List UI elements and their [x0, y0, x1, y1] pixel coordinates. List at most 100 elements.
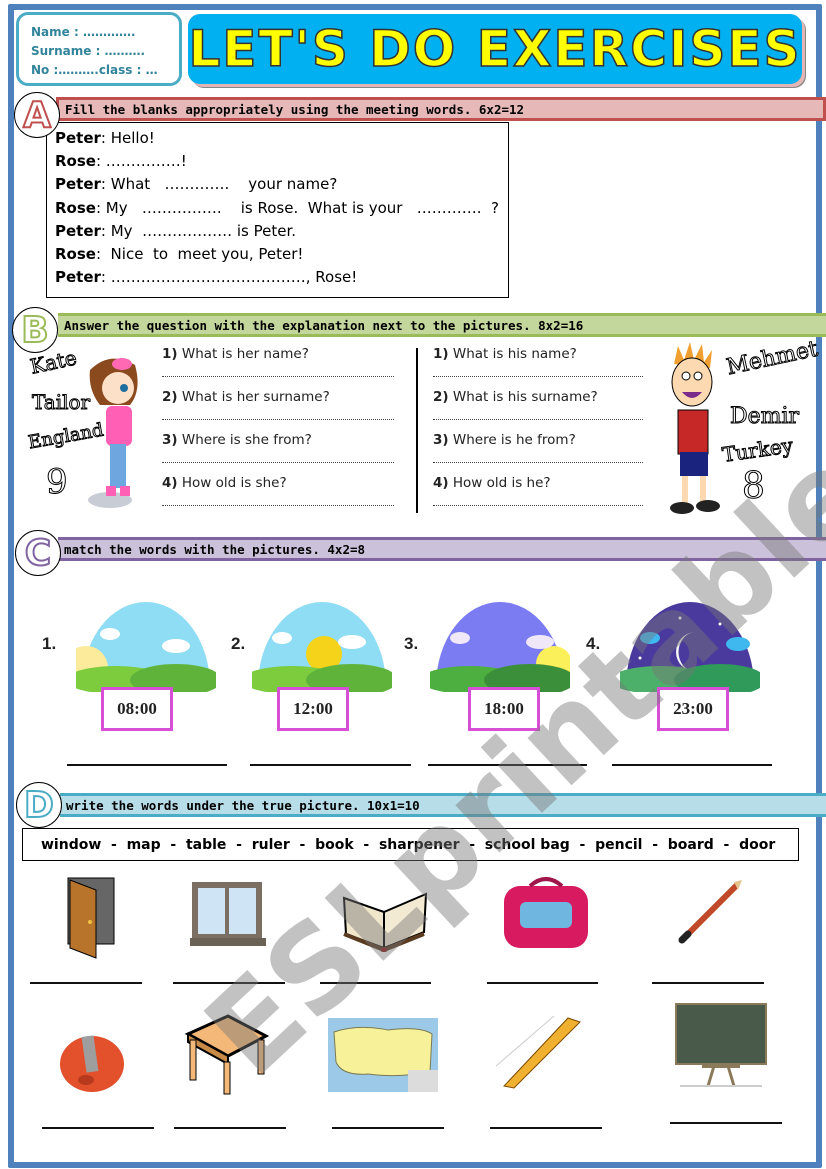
dialogue-line[interactable]: Rose: Nice to meet you, Peter! [55, 243, 508, 266]
girl-questions: 1) What is her name? 2) What is her surn… [162, 346, 394, 518]
question-number: 2) [433, 389, 449, 405]
girl-illustration [88, 358, 138, 508]
question-text: What is her name? [177, 346, 309, 362]
dialogue-line[interactable]: Rose: ……………! [55, 150, 508, 173]
pencil-picture [678, 880, 742, 944]
board-picture [675, 1003, 767, 1087]
answer-line[interactable] [652, 982, 764, 984]
question-number: 3) [162, 432, 178, 448]
boy-age-label: 8 [742, 466, 766, 508]
answer-line[interactable] [670, 1122, 782, 1124]
dialogue-line[interactable]: Peter: What …………. your name? [55, 173, 508, 196]
line-text: : Nice to meet you, Peter! [95, 245, 304, 264]
answer-line[interactable] [162, 405, 394, 420]
answer-line[interactable] [428, 764, 587, 766]
answer-line[interactable] [67, 764, 227, 766]
boy-questions: 1) What is his name? 2) What is his surn… [433, 346, 643, 518]
answer-line[interactable] [487, 982, 598, 984]
table-picture [184, 1014, 270, 1095]
sharpener-picture [60, 1035, 124, 1092]
map-picture [328, 1018, 438, 1092]
noon-scene [252, 602, 392, 692]
question-text: How old is he? [448, 475, 551, 491]
answer-line[interactable] [42, 1127, 154, 1129]
section-a-instruction: Fill the blanks appropriately using the … [56, 97, 826, 121]
page-title: LET'S DO EXERCISES [188, 19, 802, 79]
answer-line[interactable] [433, 448, 643, 463]
question-number: 2) [162, 389, 178, 405]
question-number: 3) [433, 432, 449, 448]
answer-line[interactable] [433, 491, 643, 506]
question-text: What is his name? [448, 346, 577, 362]
number-class-field[interactable]: No :……….class : … [31, 61, 179, 80]
speaker: Rose [55, 152, 96, 171]
answer-line[interactable] [162, 491, 394, 506]
name-field[interactable]: Name : …………. [31, 23, 179, 42]
question-item: 4) How old is he? [433, 475, 643, 518]
question-item: 1) What is his name? [433, 346, 643, 389]
question-number: 4) [433, 475, 449, 491]
column-divider [416, 348, 418, 513]
line-text: : What …………. your name? [100, 175, 338, 194]
line-text: : …………………………………, Rose! [100, 268, 358, 287]
speaker: Peter [55, 221, 101, 240]
section-c-instruction-text: match the words with the pictures. 4x2=8 [64, 541, 366, 557]
dialogue-line[interactable]: Peter: My ……………… is Peter. [55, 220, 508, 243]
line-text: : ……………! [95, 152, 187, 171]
section-c-instruction: match the words with the pictures. 4x2=8 [58, 537, 826, 561]
section-c-badge: C [15, 530, 61, 576]
boy-surname-label: Demir [729, 404, 800, 430]
answer-line[interactable] [490, 1127, 602, 1129]
line-text: : Hello! [100, 129, 155, 147]
item-number: 3. [404, 634, 419, 653]
section-b-instruction: Answer the question with the explanation… [58, 313, 826, 337]
answer-line[interactable] [250, 764, 411, 766]
student-info-box: Name : …………. Surname : ………. No :……….clas… [16, 12, 182, 86]
item-number: 2. [231, 634, 246, 653]
evening-scene [430, 602, 570, 692]
answer-line[interactable] [612, 764, 772, 766]
question-text: What is her surname? [177, 389, 330, 405]
question-text: How old is she? [177, 475, 287, 491]
question-text: Where is he from? [448, 432, 576, 448]
section-d-instruction: write the words under the true picture. … [60, 793, 826, 817]
answer-line[interactable] [433, 405, 643, 420]
dialogue-line[interactable]: Rose: My ……………. is Rose. What is your ……… [55, 197, 508, 220]
night-scene [620, 602, 760, 692]
time-label: 23:00 [657, 687, 729, 731]
answer-line[interactable] [320, 982, 431, 984]
speaker: Peter [55, 129, 101, 147]
question-text: What is his surname? [448, 389, 598, 405]
morning-scene [76, 602, 216, 692]
question-number: 1) [162, 346, 178, 362]
section-b-badge: B [12, 307, 58, 353]
time-label: 18:00 [468, 687, 540, 731]
answer-line[interactable] [173, 982, 285, 984]
answer-line[interactable] [30, 982, 142, 984]
question-number: 1) [433, 346, 449, 362]
item-number: 4. [586, 634, 601, 653]
answer-line[interactable] [433, 362, 643, 377]
question-item: 3) Where is she from? [162, 432, 394, 475]
question-number: 4) [162, 475, 178, 491]
question-item: 2) What is her surname? [162, 389, 394, 432]
dialogue-line[interactable]: Peter: …………………………………, Rose! [55, 266, 508, 289]
question-item: 4) How old is she? [162, 475, 394, 518]
word-bank-text: window - map - table - ruler - book - sh… [41, 836, 776, 853]
section-d-badge: D [16, 782, 62, 828]
answer-line[interactable] [162, 448, 394, 463]
school-bag-picture [504, 877, 588, 948]
item-number: 1. [42, 634, 57, 653]
time-label: 08:00 [101, 687, 173, 731]
dialogue-line[interactable]: Peter: Hello! [55, 127, 508, 150]
answer-line[interactable] [174, 1127, 286, 1129]
answer-line[interactable] [332, 1127, 444, 1129]
answer-line[interactable] [162, 362, 394, 377]
surname-field[interactable]: Surname : ………. [31, 42, 179, 61]
speaker: Peter [55, 175, 101, 194]
time-label: 12:00 [277, 687, 349, 731]
section-b-instruction-text: Answer the question with the explanation… [64, 317, 584, 333]
section-a-badge: A [14, 92, 60, 138]
line-text: : My ……………. is Rose. What is your …………. … [95, 198, 500, 217]
book-picture [342, 892, 428, 952]
